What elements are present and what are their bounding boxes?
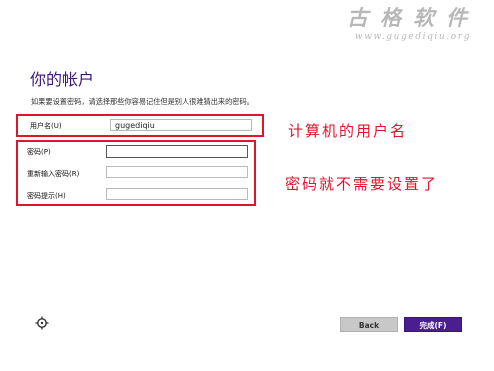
watermark: 古格软件 www.gugediqiu.org (338, 5, 488, 43)
password-input[interactable] (106, 145, 248, 158)
username-annotation: 计算机的用户名 (288, 122, 408, 140)
page-title: 你的帐户 (30, 70, 95, 89)
ease-of-access-icon[interactable] (34, 315, 50, 331)
page-subtitle: 如果要设置密码，请选择那些你容易记住但是别人很难猜出来的密码。 (31, 97, 254, 106)
password-annotation: 密码就不需要设置了 (285, 175, 439, 193)
password-hint-label: 密码提示(H) (27, 192, 66, 200)
username-label: 用户名(U) (30, 122, 62, 130)
username-input[interactable] (110, 119, 252, 131)
password-confirm-input[interactable] (106, 166, 248, 178)
finish-button[interactable]: 完成(F) (404, 317, 462, 332)
password-confirm-label: 重新输入密码(R) (27, 170, 80, 178)
watermark-url: www.gugediqiu.org (354, 32, 472, 42)
back-button[interactable]: Back (340, 317, 398, 332)
password-hint-input[interactable] (106, 188, 248, 200)
password-label: 密码(P) (27, 148, 51, 156)
watermark-title: 古格软件 (347, 5, 479, 30)
